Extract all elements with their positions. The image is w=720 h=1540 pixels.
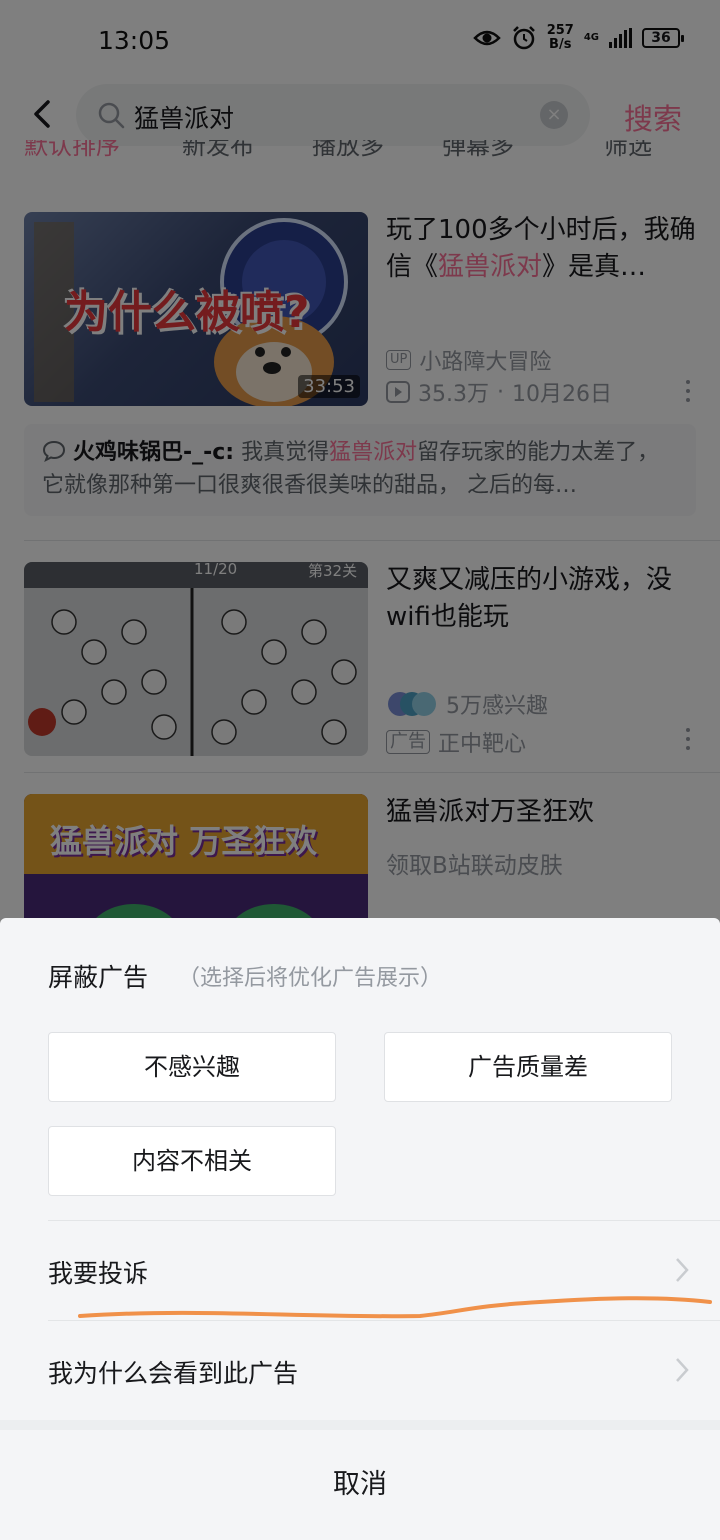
sheet-gap — [0, 1420, 720, 1430]
option-poor-quality[interactable]: 广告质量差 — [384, 1032, 672, 1102]
chevron-right-icon — [676, 1258, 689, 1282]
option-irrelevant[interactable]: 内容不相关 — [48, 1126, 336, 1196]
divider — [48, 1220, 720, 1221]
why-ad-label: 我为什么会看到此广告 — [48, 1359, 299, 1388]
why-ad-row[interactable]: 我为什么会看到此广告 — [0, 1322, 720, 1420]
cancel-button[interactable]: 取消 — [0, 1430, 720, 1540]
sheet-subtitle: （选择后将优化广告展示） — [178, 966, 443, 991]
sheet-title: 屏蔽广告 — [48, 963, 149, 992]
annotation-underline — [78, 1296, 712, 1319]
option-not-interested[interactable]: 不感兴趣 — [48, 1032, 336, 1102]
chevron-right-icon — [676, 1358, 689, 1382]
block-ad-sheet: 屏蔽广告 （选择后将优化广告展示） 不感兴趣 广告质量差 内容不相关 我要投诉 … — [0, 918, 720, 1540]
